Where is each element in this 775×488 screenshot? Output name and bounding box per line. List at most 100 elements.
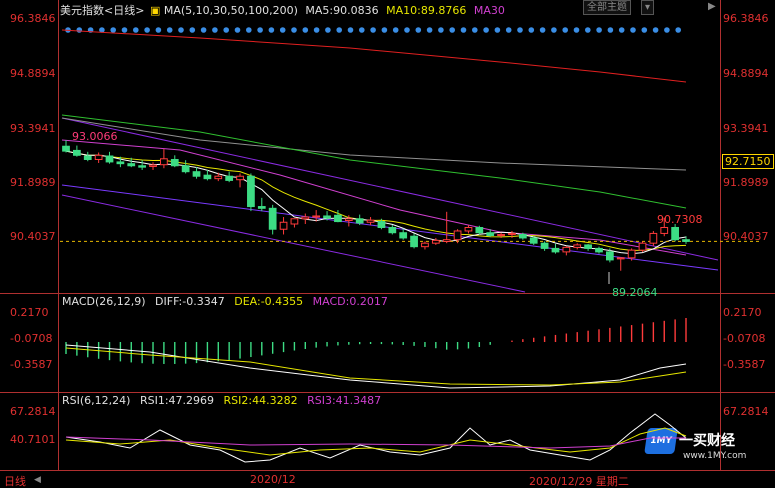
- candle-body: [312, 215, 321, 218]
- event-marker-dot: [438, 27, 444, 33]
- event-marker-dot: [562, 27, 568, 33]
- event-marker-dot: [607, 27, 614, 33]
- candle-body: [377, 221, 386, 228]
- candle-body: [399, 232, 408, 239]
- event-marker-dot: [551, 27, 557, 33]
- event-marker-dot: [415, 27, 422, 33]
- event-marker-dot: [472, 27, 478, 33]
- candle-body: [344, 218, 353, 222]
- candle-body: [518, 233, 527, 239]
- event-marker-dot: [313, 27, 320, 33]
- candle-body: [682, 239, 690, 242]
- candle-body: [355, 218, 364, 224]
- event-marker-dot: [370, 27, 376, 33]
- candle-body: [486, 232, 495, 237]
- candle-body: [497, 233, 505, 237]
- event-marker-dot: [257, 27, 263, 33]
- event-marker-dot: [246, 27, 252, 33]
- candle-body: [638, 242, 647, 251]
- rsi1-line: [65, 413, 687, 463]
- channel-upper-line: [61, 117, 719, 261]
- event-marker-dot: [200, 27, 207, 33]
- candle-body: [323, 215, 331, 219]
- candle-body: [529, 237, 538, 244]
- event-marker-dot: [291, 27, 297, 33]
- candle-body: [464, 226, 473, 232]
- event-marker-dot: [302, 27, 309, 33]
- candle-body: [94, 154, 103, 160]
- candle-body: [508, 232, 516, 235]
- event-marker-dot: [528, 27, 535, 33]
- candle-body: [584, 244, 592, 249]
- event-marker-dot: [336, 27, 343, 33]
- event-marker-dot: [144, 27, 150, 33]
- candle-body: [627, 249, 636, 259]
- event-marker-dot: [133, 27, 139, 33]
- candle-body: [410, 235, 418, 248]
- candle-body: [214, 175, 223, 180]
- event-marker-dot: [212, 27, 218, 33]
- event-marker-dot: [121, 27, 128, 33]
- candle-body: [279, 221, 288, 230]
- event-marker-dot: [494, 27, 501, 33]
- event-marker-dot: [675, 27, 681, 33]
- event-marker-dot: [359, 27, 365, 33]
- event-marker-dot: [596, 27, 602, 33]
- candle-body: [170, 158, 179, 167]
- event-marker-dot: [381, 27, 388, 33]
- chart-window: { "header": { "instrument": "美元指数", "per…: [0, 0, 775, 488]
- event-marker-dot: [585, 27, 591, 33]
- ma200-line: [61, 29, 687, 83]
- candle-body: [203, 174, 212, 180]
- event-marker-dot: [618, 27, 625, 33]
- candle-body: [192, 171, 201, 177]
- candle-body: [301, 216, 310, 220]
- candle-body: [138, 165, 147, 168]
- macd-diff-line: [65, 344, 687, 389]
- candle-body: [431, 239, 440, 244]
- event-marker-dot: [539, 27, 546, 33]
- candle-body: [562, 246, 571, 253]
- candle-body: [551, 247, 560, 253]
- event-marker-dot: [178, 27, 184, 33]
- event-marker-dot: [76, 27, 83, 33]
- candle-body: [660, 226, 669, 234]
- candle-body: [160, 158, 168, 166]
- ma100-line: [61, 117, 687, 171]
- event-marker-dot: [517, 27, 523, 33]
- candle-body: [671, 226, 679, 241]
- candle-body: [149, 164, 157, 167]
- event-marker-dot: [110, 27, 116, 33]
- candle-body: [268, 207, 277, 230]
- candle-body: [73, 149, 81, 156]
- event-marker-dot: [460, 27, 467, 33]
- candle-body: [475, 226, 484, 234]
- event-marker-dot: [166, 27, 173, 33]
- candle-body: [540, 242, 549, 249]
- chart-canvas[interactable]: [0, 0, 775, 488]
- event-marker-dot: [449, 27, 456, 33]
- candle-body: [257, 206, 266, 209]
- ma50-line: [61, 114, 687, 209]
- candle-body: [236, 175, 244, 181]
- event-marker-dot: [189, 27, 196, 33]
- event-marker-dot: [664, 27, 670, 33]
- candle-body: [116, 161, 125, 165]
- candle-body: [605, 251, 614, 261]
- event-marker-dot: [641, 27, 648, 33]
- candle-body: [83, 155, 92, 160]
- rsi2-line: [65, 427, 687, 456]
- event-marker-dot: [404, 27, 410, 33]
- event-marker-dot: [630, 27, 636, 33]
- candle-body: [649, 232, 658, 244]
- event-marker-dot: [155, 27, 162, 33]
- event-marker-dot: [234, 27, 241, 33]
- event-marker-dot: [279, 27, 286, 33]
- candle-body: [421, 242, 429, 248]
- event-marker-dot: [268, 27, 275, 33]
- event-marker-dot: [652, 27, 659, 33]
- channel-lower-line: [61, 194, 526, 293]
- candle-body: [442, 239, 451, 242]
- candle-body: [105, 155, 114, 163]
- candle-body: [290, 218, 299, 225]
